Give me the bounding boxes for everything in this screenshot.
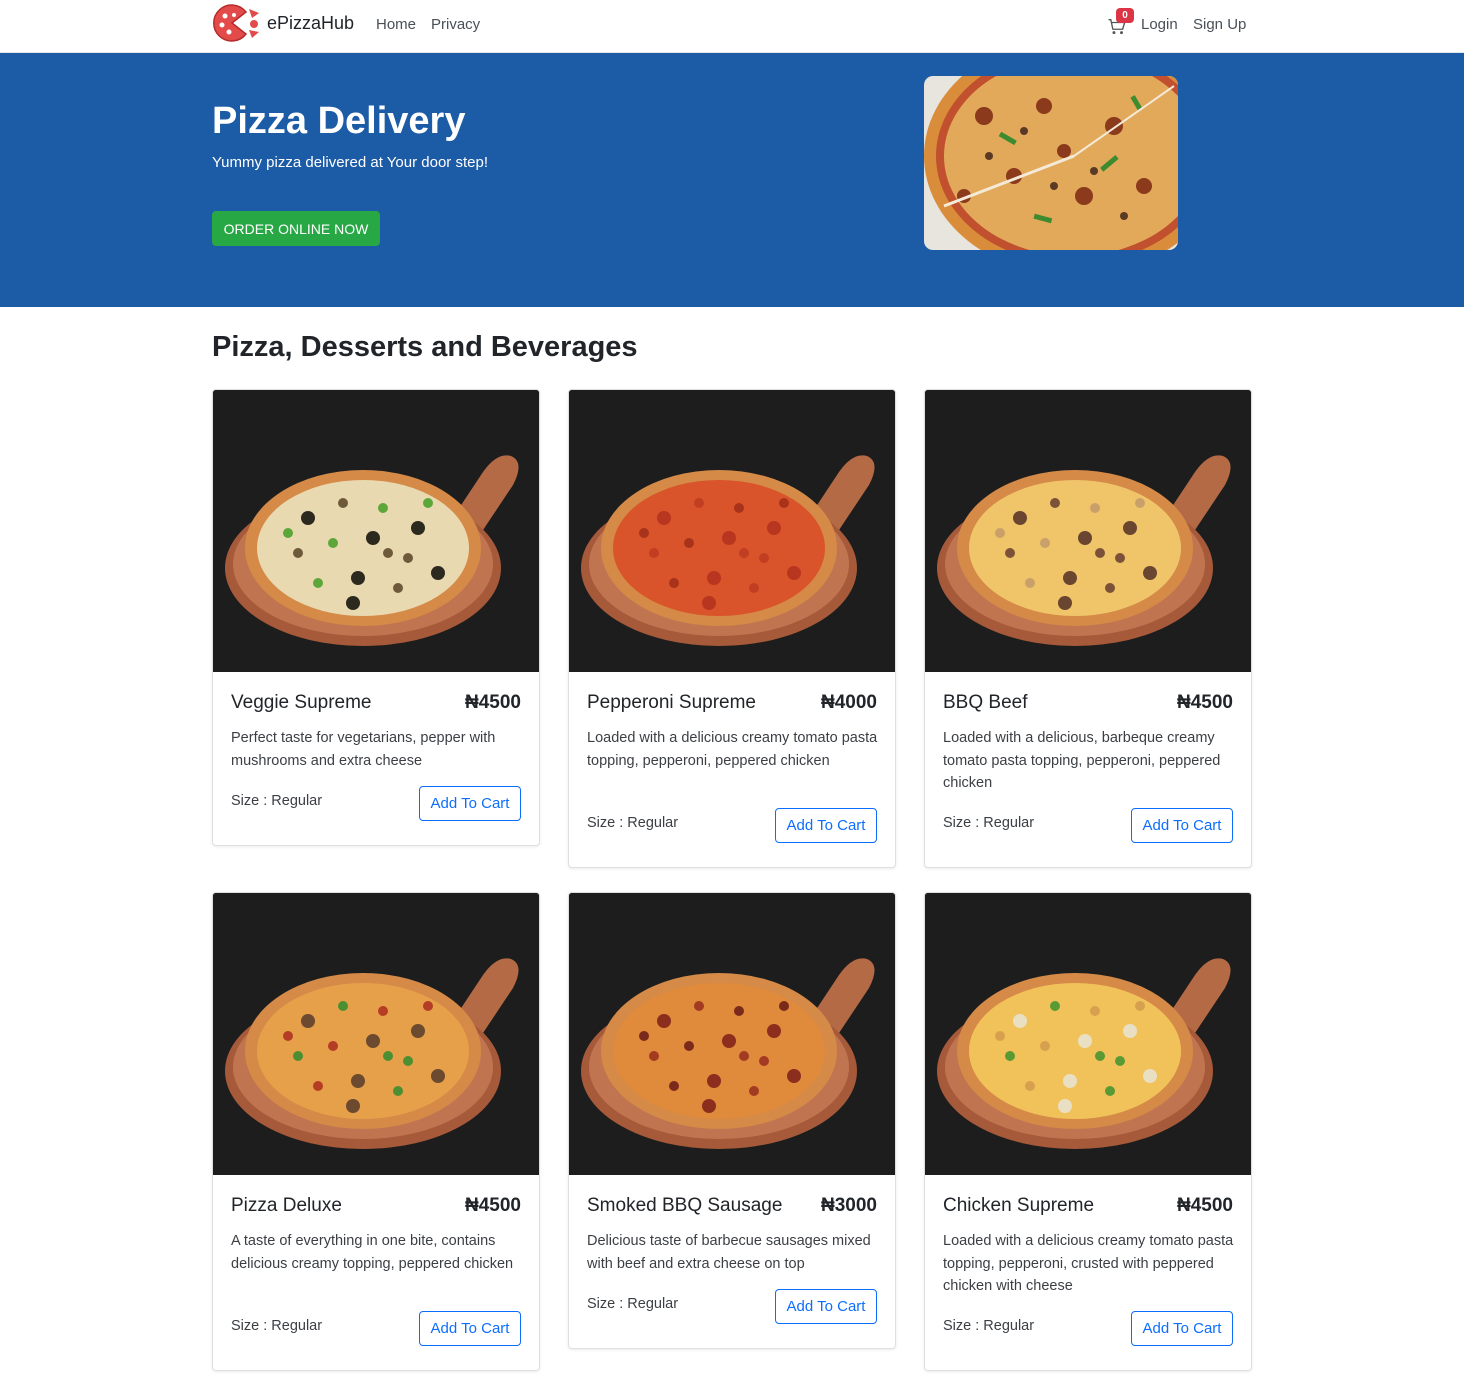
product-price: ₦4500 — [1177, 1195, 1233, 1216]
product-description: Loaded with a delicious creamy tomato pa… — [587, 730, 878, 769]
product-size: Size : Regular — [587, 1296, 679, 1312]
section-title: Pizza, Desserts and Beverages — [212, 331, 638, 363]
navbar: ePizzaHub Home Privacy 0 Login Sign Up — [0, 0, 1464, 53]
hero-subtitle: Yummy pizza delivered at Your door step! — [212, 154, 488, 171]
product-size: Size : Regular — [943, 815, 1035, 831]
add-to-cart-button[interactable]: Add To Cart — [775, 808, 877, 843]
product-image — [213, 893, 539, 1175]
order-online-button[interactable]: ORDER ONLINE NOW — [212, 211, 380, 246]
product-image — [213, 390, 539, 672]
pizza-logo-icon — [213, 4, 259, 42]
product-image — [925, 390, 1251, 672]
brand-link[interactable]: ePizzaHub — [212, 4, 354, 42]
add-to-cart-button[interactable]: Add To Cart — [1131, 808, 1233, 843]
product-card: Smoked BBQ Sausage ₦3000 Delicious taste… — [568, 892, 896, 1349]
add-to-cart-button[interactable]: Add To Cart — [775, 1289, 877, 1324]
product-size: Size : Regular — [231, 1318, 323, 1334]
login-link[interactable]: Login — [1141, 16, 1178, 33]
product-name: Veggie Supreme — [231, 692, 372, 713]
cart-count-badge: 0 — [1116, 8, 1134, 23]
product-name: Chicken Supreme — [943, 1195, 1095, 1216]
product-size: Size : Regular — [231, 793, 323, 809]
product-card: Pepperoni Supreme ₦4000 Loaded with a de… — [568, 389, 896, 868]
product-name: BBQ Beef — [943, 692, 1028, 713]
product-description: Loaded with a delicious creamy tomato pa… — [943, 1233, 1234, 1294]
hero-pizza-image — [924, 76, 1178, 250]
product-image — [569, 390, 895, 672]
cart-button[interactable]: 0 — [1108, 8, 1134, 38]
nav-link-privacy[interactable]: Privacy — [431, 16, 480, 33]
nav-link-home[interactable]: Home — [376, 16, 416, 33]
hero-title: Pizza Delivery — [212, 100, 466, 142]
product-description: A taste of everything in one bite, conta… — [231, 1233, 514, 1272]
add-to-cart-button[interactable]: Add To Cart — [419, 786, 521, 821]
product-size: Size : Regular — [943, 1318, 1035, 1334]
add-to-cart-button[interactable]: Add To Cart — [419, 1311, 521, 1346]
product-price: ₦4500 — [465, 1195, 521, 1216]
add-to-cart-button[interactable]: Add To Cart — [1131, 1311, 1233, 1346]
product-price: ₦3000 — [821, 1195, 877, 1216]
product-image — [569, 893, 895, 1175]
product-price: ₦4500 — [465, 692, 521, 713]
product-name: Smoked BBQ Sausage — [587, 1195, 783, 1216]
product-price: ₦4000 — [821, 692, 877, 713]
product-card: BBQ Beef ₦4500 Loaded with a delicious, … — [924, 389, 1252, 868]
product-description: Delicious taste of barbecue sausages mix… — [587, 1233, 871, 1272]
signup-link[interactable]: Sign Up — [1193, 16, 1246, 33]
hero-banner: Pizza Delivery Yummy pizza delivered at … — [0, 53, 1464, 307]
brand-name: ePizzaHub — [267, 12, 355, 33]
product-size: Size : Regular — [587, 815, 679, 831]
product-card: Chicken Supreme ₦4500 Loaded with a deli… — [924, 892, 1252, 1371]
product-card: Veggie Supreme ₦4500 Perfect taste for v… — [212, 389, 540, 846]
product-card: Pizza Deluxe ₦4500 A taste of everything… — [212, 892, 540, 1371]
product-description: Loaded with a delicious, barbeque creamy… — [943, 730, 1221, 791]
product-image — [925, 893, 1251, 1175]
product-name: Pepperoni Supreme — [587, 692, 756, 713]
product-name: Pizza Deluxe — [231, 1195, 342, 1216]
product-description: Perfect taste for vegetarians, pepper wi… — [231, 730, 496, 769]
product-price: ₦4500 — [1177, 692, 1233, 713]
